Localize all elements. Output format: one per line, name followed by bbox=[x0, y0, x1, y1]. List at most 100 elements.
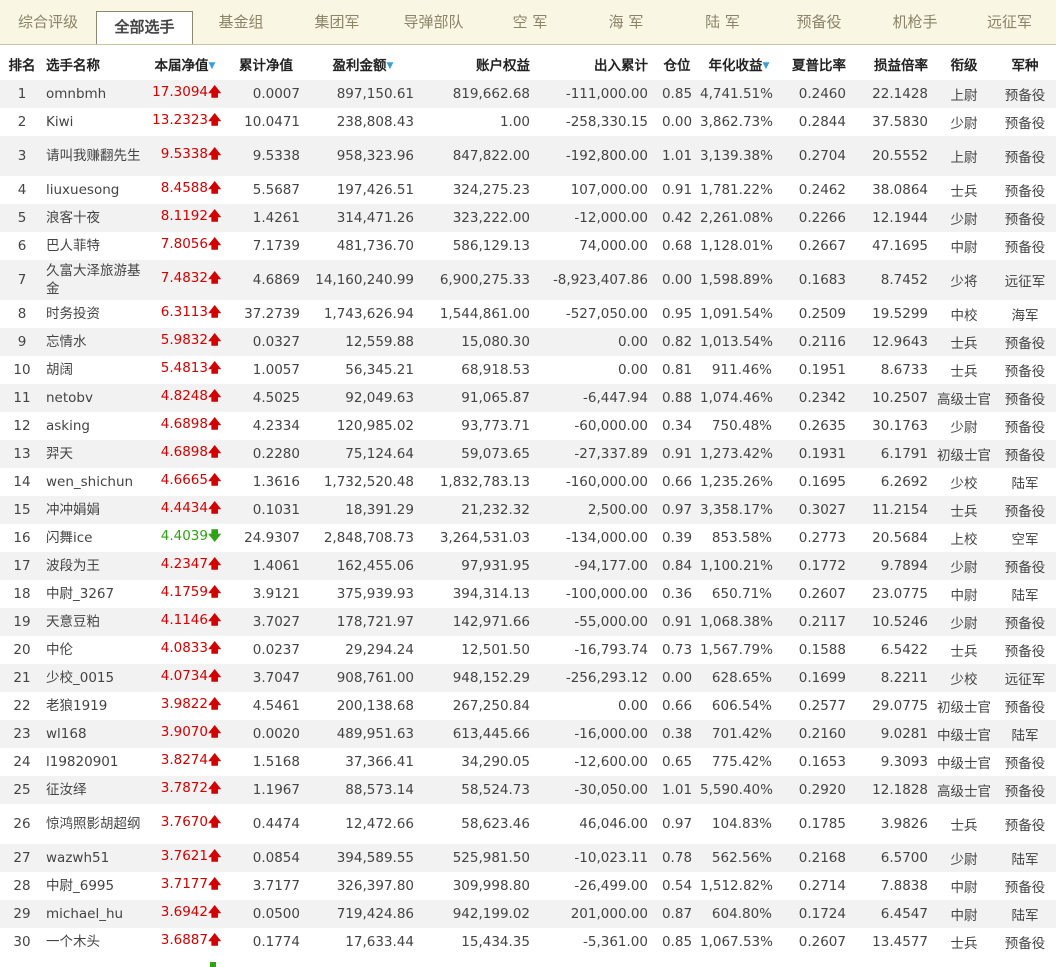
header-annual[interactable]: 年化收益▼ bbox=[700, 47, 778, 80]
table-row[interactable]: 6 巴人菲特 7.8056🡅 7.1739 481,736.70 586,129.13 74… bbox=[0, 232, 1056, 260]
player-name-link[interactable]: 天意豆粕 bbox=[46, 613, 144, 631]
player-name-link[interactable]: 闪舞ice bbox=[46, 529, 144, 547]
tab-2[interactable]: 全部选手 bbox=[96, 11, 193, 44]
branch-cell: 陆军 bbox=[994, 844, 1056, 872]
table-row[interactable]: 27 wazwh51 3.7621🡅 0.0854 394,589.55 525,981.… bbox=[0, 844, 1056, 872]
header-nav[interactable]: 本届净值▼ bbox=[144, 47, 226, 80]
tab-8[interactable]: 陆 军 bbox=[674, 0, 771, 44]
player-name-link[interactable]: 胡阔 bbox=[46, 361, 144, 379]
player-name-link[interactable]: wazwh51 bbox=[46, 849, 144, 867]
branch-cell: 陆军 bbox=[994, 900, 1056, 928]
table-row[interactable]: 29 michael_hu 3.6942🡅 0.0500 719,424.86 942,1… bbox=[0, 900, 1056, 928]
name-cell: wl168 bbox=[44, 720, 144, 748]
player-name-link[interactable]: 请叫我赚翻先生 bbox=[46, 147, 144, 165]
player-name-link[interactable]: 中伦 bbox=[46, 641, 144, 659]
tab-7[interactable]: 海 军 bbox=[578, 0, 674, 44]
header-inout[interactable]: 出入累计 bbox=[536, 47, 654, 80]
table-row[interactable]: 2 Kiwi 13.2323🡅 10.0471 238,808.43 1.00 -258,3… bbox=[0, 108, 1056, 136]
tab-3[interactable]: 基金组 bbox=[193, 0, 289, 44]
tab-1[interactable]: 综合评级 bbox=[0, 0, 96, 44]
player-name-link[interactable]: 波段为王 bbox=[46, 557, 144, 575]
table-row[interactable]: 18 中尉_3267 4.1759🡅 3.9121 375,939.93 394,314.… bbox=[0, 580, 1056, 608]
player-name-link[interactable]: 少校_0015 bbox=[46, 669, 144, 687]
tab-10[interactable]: 机枪手 bbox=[867, 0, 963, 44]
player-name-link[interactable]: 久富大泽旅游基金 bbox=[46, 262, 144, 298]
table-row[interactable]: 13 羿天 4.6898🡅 0.2280 75,124.64 59,073.65 -27,3… bbox=[0, 440, 1056, 468]
player-name-link[interactable]: 冲冲娟娟 bbox=[46, 501, 144, 519]
annual-cell: 1,091.54% bbox=[700, 300, 778, 328]
table-row[interactable]: 10 胡阔 5.4813🡅 1.0057 56,345.21 68,918.53 0.00 0… bbox=[0, 356, 1056, 384]
header-cum-nav[interactable]: 累计净值 bbox=[226, 47, 306, 80]
player-name-link[interactable]: 一个木头 bbox=[46, 933, 144, 951]
branch-cell: 预备役 bbox=[994, 204, 1056, 232]
table-row[interactable]: 28 中尉_6995 3.7177🡅 3.7177 326,397.80 309,998.… bbox=[0, 872, 1056, 900]
table-row[interactable]: 15 冲冲娟娟 4.4434🡅 0.1031 18,391.29 21,232.32 2,5… bbox=[0, 496, 1056, 524]
player-name-link[interactable]: 惊鸿照影胡超纲 bbox=[46, 815, 144, 833]
header-branch[interactable]: 军种 bbox=[994, 47, 1056, 80]
table-row[interactable]: 22 老狼1919 3.9822🡅 4.5461 200,138.68 267,250.8… bbox=[0, 692, 1056, 720]
player-name-link[interactable]: michael_hu bbox=[46, 905, 144, 923]
table-row[interactable]: 12 asking 4.6898🡅 4.2334 120,985.02 93,773.71… bbox=[0, 412, 1056, 440]
table-row[interactable]: 16 闪舞ice 4.4039🡇 24.9307 2,848,708.73 3,264,5… bbox=[0, 524, 1056, 552]
inout-cell: -12,600.00 bbox=[536, 748, 654, 776]
table-row[interactable]: 5 浪客十夜 8.1192🡅 1.4261 314,471.26 323,222.00 -1… bbox=[0, 204, 1056, 232]
player-name-link[interactable]: wl168 bbox=[46, 725, 144, 743]
header-grade[interactable]: 衔级 bbox=[934, 47, 994, 80]
table-row[interactable]: 3 请叫我赚翻先生 9.5338🡅 9.5338 958,323.96 847,822.0… bbox=[0, 136, 1056, 176]
player-name-link[interactable]: omnbmh bbox=[46, 85, 144, 103]
name-cell: 冲冲娟娟 bbox=[44, 496, 144, 524]
player-name-link[interactable]: wen_shichun bbox=[46, 473, 144, 491]
player-name-link[interactable]: liuxuesong bbox=[46, 181, 144, 199]
nav-cell: 3.7621🡅 bbox=[144, 844, 226, 872]
header-profit[interactable]: 盈利金额▼ bbox=[306, 47, 420, 80]
tab-11[interactable]: 远征军 bbox=[963, 0, 1056, 44]
table-row[interactable]: 30 一个木头 3.6887🡅 0.1774 17,633.44 15,434.35 -5,… bbox=[0, 928, 1056, 956]
player-name-link[interactable]: 时务投资 bbox=[46, 305, 144, 323]
table-row[interactable]: 4 liuxuesong 8.4588🡅 5.5687 197,426.51 324,27… bbox=[0, 176, 1056, 204]
header-rank[interactable]: 排名 bbox=[0, 47, 44, 80]
header-sharpe[interactable]: 夏普比率 bbox=[778, 47, 852, 80]
pl-ratio-cell: 6.2692 bbox=[852, 468, 934, 496]
header-pl-ratio[interactable]: 损益倍率 bbox=[852, 47, 934, 80]
table-row[interactable]: 19 天意豆粕 4.1146🡅 3.7027 178,721.97 142,971.66-… bbox=[0, 608, 1056, 636]
tab-4[interactable]: 集团军 bbox=[289, 0, 385, 44]
table-row[interactable]: 26 惊鸿照影胡超纲 3.7670🡅 0.4474 12,472.66 58,623.46… bbox=[0, 804, 1056, 844]
table-row[interactable]: 20 中伦 4.0833🡅 0.0237 29,294.24 12,501.50 -16,7… bbox=[0, 636, 1056, 664]
player-name-link[interactable]: 中尉_6995 bbox=[46, 877, 144, 895]
tab-6[interactable]: 空 军 bbox=[482, 0, 578, 44]
player-name-link[interactable]: 巴人菲特 bbox=[46, 237, 144, 255]
table-row[interactable]: 8 时务投资 6.3113🡅 37.2739 1,743,626.94 1,544,861… bbox=[0, 300, 1056, 328]
table-row[interactable]: 21 少校_0015 4.0734🡅 3.7047 908,761.00 948,152.… bbox=[0, 664, 1056, 692]
table-row[interactable]: 23 wl168 3.9070🡅 0.0020 489,951.63 613,445.66… bbox=[0, 720, 1056, 748]
table-row[interactable]: 25 征汝绎 3.7872🡅 1.1967 88,573.14 58,524.73 -30,… bbox=[0, 776, 1056, 804]
player-name-link[interactable]: 老狼1919 bbox=[46, 697, 144, 715]
player-name-link[interactable]: 浪客十夜 bbox=[46, 209, 144, 227]
tab-9[interactable]: 预备役 bbox=[771, 0, 867, 44]
inout-cell: -55,000.00 bbox=[536, 608, 654, 636]
player-name-link[interactable]: 羿天 bbox=[46, 445, 144, 463]
table-row[interactable]: 17 波段为王 4.2347🡅 1.4061 162,455.06 97,931.95 -9… bbox=[0, 552, 1056, 580]
player-name-link[interactable]: asking bbox=[46, 417, 144, 435]
header-name[interactable]: 选手名称 bbox=[44, 47, 144, 80]
table-row[interactable]: 9 忘情水 5.9832🡅 0.0327 12,559.88 15,080.30 0.00 0… bbox=[0, 328, 1056, 356]
sort-desc-icon[interactable]: ▼ bbox=[209, 61, 216, 71]
player-name-link[interactable]: 中尉_3267 bbox=[46, 585, 144, 603]
player-name-link[interactable]: 征汝绎 bbox=[46, 781, 144, 799]
position-cell: 0.68 bbox=[654, 232, 700, 260]
player-name-link[interactable]: 忘情水 bbox=[46, 333, 144, 351]
branch-cell: 预备役 bbox=[994, 776, 1056, 804]
header-position[interactable]: 仓位 bbox=[654, 47, 700, 80]
tab-5[interactable]: 导弹部队 bbox=[385, 0, 482, 44]
player-name-link[interactable]: l19820901 bbox=[46, 753, 144, 771]
table-row[interactable]: 11 netobv 4.8248🡅 4.5025 92,049.63 91,065.87-… bbox=[0, 384, 1056, 412]
sort-desc-icon[interactable]: ▼ bbox=[763, 61, 770, 71]
table-row[interactable]: 14 wen_shichun 4.6665🡅 1.3616 1,732,520.48 1,… bbox=[0, 468, 1056, 496]
table-row[interactable]: 1 omnbmh 17.3094🡅 0.0007 897,150.61 819,662.6… bbox=[0, 80, 1056, 108]
player-name-link[interactable]: Kiwi bbox=[46, 113, 144, 131]
player-name-link[interactable]: netobv bbox=[46, 389, 144, 407]
sharpe-cell: 0.1695 bbox=[778, 468, 852, 496]
sort-desc-icon[interactable]: ▼ bbox=[387, 61, 394, 71]
header-equity[interactable]: 账户权益 bbox=[420, 47, 536, 80]
table-row[interactable]: 7 久富大泽旅游基金 7.4832🡅 4.6869 14,160,240.99 6,900… bbox=[0, 260, 1056, 300]
table-row[interactable]: 24 l19820901 3.8274🡅 1.5168 37,366.41 34,290.… bbox=[0, 748, 1056, 776]
